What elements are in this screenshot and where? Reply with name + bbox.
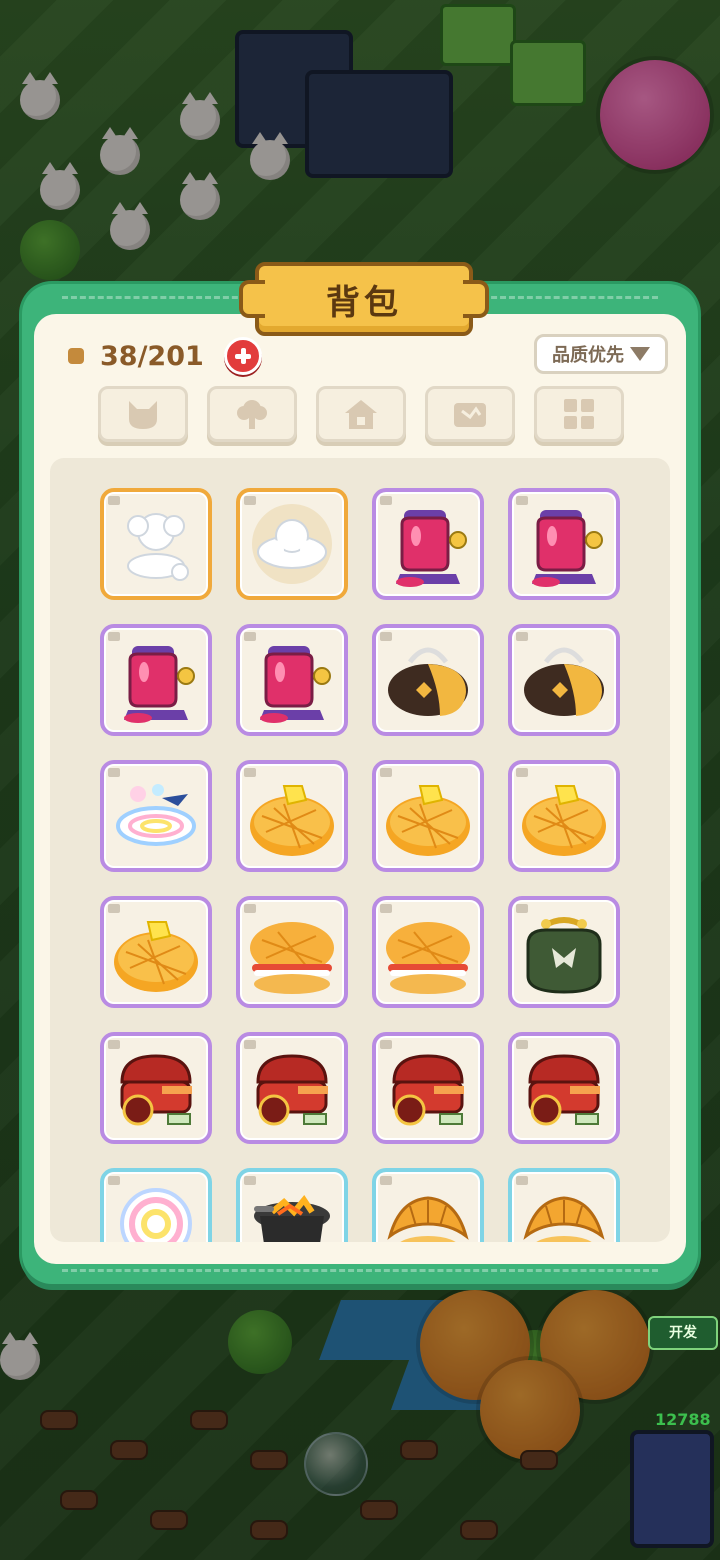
cloud-cat-icon xyxy=(252,504,332,584)
slot-tag-icon xyxy=(108,1176,120,1185)
panel-title: 背包 xyxy=(326,282,402,323)
inventory-slot-cloud-statue[interactable] xyxy=(100,488,212,600)
resource-counter: 12788 xyxy=(655,1410,711,1429)
inventory-grid xyxy=(100,488,620,1242)
slot-tag-icon xyxy=(516,768,528,777)
inventory-slot-bbq-grill[interactable] xyxy=(508,1032,620,1144)
slot-tag-icon xyxy=(108,1040,120,1049)
bun-sandwich-icon xyxy=(250,922,334,994)
slot-tag-icon xyxy=(244,1040,256,1049)
charcoal-pot-icon xyxy=(254,1194,330,1242)
jam-machine-icon xyxy=(260,646,331,723)
inventory-slot-travel-bag[interactable] xyxy=(508,624,620,736)
inventory-slot-bun-sandwich[interactable] xyxy=(372,896,484,1008)
inventory-slot-pineapple-bun[interactable] xyxy=(236,760,348,872)
rainbow-cloud-icon xyxy=(116,784,196,846)
panel-title-plate: 背包 xyxy=(239,262,489,336)
chevron-down-icon xyxy=(630,347,650,361)
croissant-icon xyxy=(523,1196,605,1242)
inventory-slot-bbq-grill[interactable] xyxy=(236,1032,348,1144)
tab-plants[interactable] xyxy=(207,386,297,442)
travel-bag-icon xyxy=(388,647,468,716)
pineapple-bun-icon xyxy=(522,785,606,856)
tab-buildings[interactable] xyxy=(316,386,406,442)
category-tabs xyxy=(98,386,624,442)
slot-tag-icon xyxy=(108,768,120,777)
bbq-grill-icon xyxy=(256,1054,328,1126)
grid-icon xyxy=(564,399,594,429)
house-icon xyxy=(345,400,377,429)
croissant-icon xyxy=(387,1196,469,1242)
bbq-grill-icon xyxy=(528,1054,600,1126)
slot-tag-icon xyxy=(244,632,256,641)
bbq-grill-icon xyxy=(120,1054,192,1126)
slot-tag-icon xyxy=(108,904,120,913)
jam-machine-icon xyxy=(124,646,195,723)
inventory-slot-charcoal-pot[interactable] xyxy=(236,1168,348,1242)
slot-tag-icon xyxy=(380,1040,392,1049)
inventory-slot-coin-purse[interactable] xyxy=(508,896,620,1008)
pineapple-bun-icon xyxy=(250,785,334,856)
pineapple-bun-icon xyxy=(386,785,470,856)
inventory-slot-jam-machine[interactable] xyxy=(100,624,212,736)
bag-icon xyxy=(68,348,84,364)
cloud-statue-icon xyxy=(127,513,189,581)
inventory-slot-travel-bag[interactable] xyxy=(372,624,484,736)
inventory-slot-jam-machine[interactable] xyxy=(508,488,620,600)
coin-purse-icon xyxy=(526,917,602,994)
inventory-slot-croissant[interactable] xyxy=(508,1168,620,1242)
expand-capacity-button[interactable] xyxy=(223,337,262,375)
panel-dashed-border xyxy=(62,1269,658,1272)
slot-tag-icon xyxy=(108,632,120,641)
slot-tag-icon xyxy=(244,1176,256,1185)
cat-icon xyxy=(129,401,157,429)
inventory-slot-jam-machine[interactable] xyxy=(372,488,484,600)
pineapple-bun-icon xyxy=(114,921,198,992)
slot-tag-icon xyxy=(380,1176,392,1185)
slot-tag-icon xyxy=(380,496,392,505)
tab-all[interactable] xyxy=(534,386,624,442)
travel-bag-icon xyxy=(524,647,604,716)
jam-machine-icon xyxy=(396,510,467,587)
bbq-grill-icon xyxy=(392,1054,464,1126)
sort-dropdown[interactable]: 品质优先 xyxy=(534,334,668,374)
slot-tag-icon xyxy=(244,496,256,505)
slot-tag-icon xyxy=(516,904,528,913)
inventory-slot-pineapple-bun[interactable] xyxy=(100,896,212,1008)
slot-tag-icon xyxy=(380,904,392,913)
inventory-slot-bun-sandwich[interactable] xyxy=(236,896,348,1008)
dev-button[interactable]: 开发 xyxy=(648,1316,718,1350)
inventory-slot-jam-machine[interactable] xyxy=(236,624,348,736)
capacity-text: 38/201 xyxy=(100,340,204,372)
tree-icon xyxy=(237,400,267,429)
bun-sandwich-icon xyxy=(386,922,470,994)
slot-tag-icon xyxy=(244,904,256,913)
slot-tag-icon xyxy=(380,768,392,777)
inventory-slot-bbq-grill[interactable] xyxy=(372,1032,484,1144)
tab-decor[interactable] xyxy=(425,386,515,442)
inventory-slot-bbq-grill[interactable] xyxy=(100,1032,212,1144)
inventory-slot-rainbow-cloud[interactable] xyxy=(100,760,212,872)
slot-tag-icon xyxy=(516,1040,528,1049)
sort-label: 品质优先 xyxy=(552,345,624,366)
inventory-slot-pineapple-bun[interactable] xyxy=(508,760,620,872)
slot-tag-icon xyxy=(516,496,528,505)
inventory-slot-cloud-cat[interactable] xyxy=(236,488,348,600)
inventory-slot-pineapple-bun[interactable] xyxy=(372,760,484,872)
inventory-slot-rainbow-orb[interactable] xyxy=(100,1168,212,1242)
tab-cats[interactable] xyxy=(98,386,188,442)
inventory-slot-croissant[interactable] xyxy=(372,1168,484,1242)
slot-tag-icon xyxy=(516,1176,528,1185)
slot-tag-icon xyxy=(380,632,392,641)
slot-tag-icon xyxy=(516,632,528,641)
inventory-grid-area[interactable] xyxy=(50,458,670,1242)
slot-tag-icon xyxy=(244,768,256,777)
map-icon xyxy=(454,403,486,427)
jam-machine-icon xyxy=(532,510,603,587)
slot-tag-icon xyxy=(108,496,120,505)
capacity-row: 38/201 xyxy=(68,336,262,376)
rainbow-orb-icon xyxy=(120,1188,192,1242)
